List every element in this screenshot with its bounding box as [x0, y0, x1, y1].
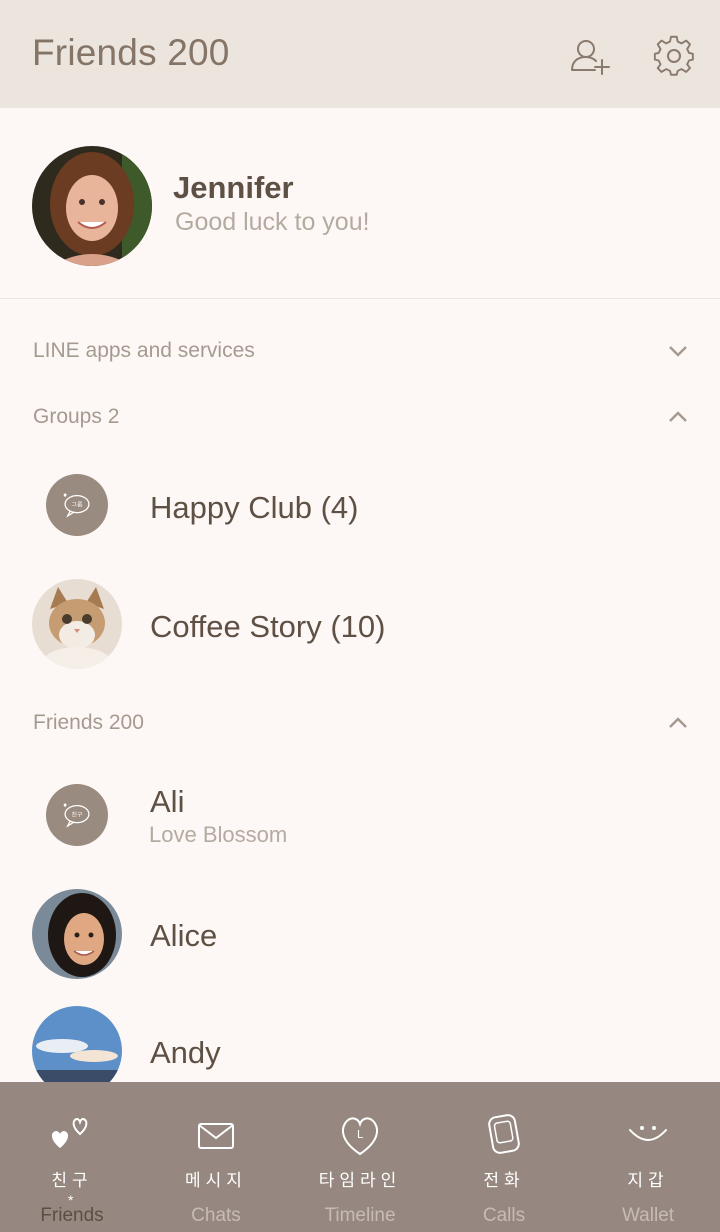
my-profile[interactable]: Jennifer Good luck to you! [0, 108, 720, 299]
friend-row[interactable]: 친구 Ali Love Blossom [0, 770, 720, 870]
tab-label: Friends [40, 1205, 104, 1226]
tab-korean-label: 메시지 [185, 1171, 247, 1191]
gear-icon [653, 35, 694, 76]
tab-korean-label: 전화 [483, 1171, 525, 1191]
chevron-down-icon [669, 346, 687, 357]
app-header: Friends 200 [0, 0, 720, 108]
friend-row[interactable]: Alice [0, 888, 720, 988]
profile-avatar[interactable] [32, 146, 152, 266]
phone-icon [488, 1114, 520, 1154]
profile-name: Jennifer [173, 170, 294, 205]
profile-photo [32, 146, 152, 266]
friend-name: Andy [150, 1035, 221, 1070]
friend-placeholder-avatar: 친구 [46, 784, 108, 846]
smile-icon [629, 1126, 667, 1141]
chevron-up-icon [669, 717, 687, 728]
section-label: Groups 2 [33, 405, 120, 428]
envelope-icon [198, 1123, 234, 1149]
friend-photo [32, 889, 122, 979]
page-title: Friends 200 [32, 32, 230, 73]
section-groups[interactable]: Groups 2 [0, 387, 720, 447]
section-line-apps[interactable]: LINE apps and services [0, 321, 720, 381]
tab-label: Calls [482, 1205, 526, 1226]
group-name: Happy Club (4) [150, 490, 359, 525]
tab-wallet[interactable]: 지갑 Wallet [576, 1082, 720, 1232]
group-name: Coffee Story (10) [150, 609, 386, 644]
friend-name: Alice [150, 918, 218, 953]
group-avatar [32, 579, 122, 669]
heart-l-icon: L [342, 1117, 378, 1156]
friend-status-message: Love Blossom [149, 822, 288, 847]
group-placeholder-avatar: 그룹 [46, 474, 108, 536]
speech-bubble-icon: 친구 [63, 803, 90, 828]
tab-label: Timeline [324, 1205, 396, 1226]
tab-korean-label: 친구 [51, 1171, 93, 1191]
friend-avatar [32, 889, 122, 979]
tab-korean-label: 타임라인 [318, 1171, 402, 1191]
add-friend-icon [571, 40, 610, 75]
settings-button[interactable] [652, 34, 696, 78]
section-label: Friends 200 [33, 711, 144, 734]
hearts-icon [51, 1117, 88, 1148]
tab-label: Wallet [621, 1205, 675, 1226]
tab-friends[interactable]: 친구 * Friends [0, 1082, 144, 1232]
speech-bubble-icon: 그룹 [63, 493, 90, 518]
friend-name: Ali [150, 784, 185, 819]
section-label: LINE apps and services [33, 339, 255, 362]
add-friend-button[interactable] [567, 34, 611, 78]
cat-photo [32, 579, 122, 669]
tab-chats[interactable]: 메시지 Chats [144, 1082, 288, 1232]
chevron-up-icon [669, 411, 687, 422]
group-avatar-label: 그룹 [72, 502, 83, 509]
tab-calls[interactable]: 전화 Calls [432, 1082, 576, 1232]
bottom-tab-bar: 친구 * Friends 메시지 Chats L 타임라인 Timeline 전… [0, 1082, 720, 1232]
friend-avatar-label: 친구 [72, 811, 83, 819]
group-row[interactable]: Coffee Story (10) [0, 577, 720, 677]
section-friends[interactable]: Friends 200 [0, 693, 720, 753]
tab-korean-label: 지갑 [627, 1171, 669, 1191]
tab-label: Chats [191, 1205, 241, 1226]
group-row[interactable]: 그룹 Happy Club (4) [0, 460, 720, 560]
tab-timeline[interactable]: L 타임라인 Timeline [288, 1082, 432, 1232]
svg-text:L: L [357, 1128, 364, 1141]
profile-status-message: Good luck to you! [175, 208, 370, 236]
